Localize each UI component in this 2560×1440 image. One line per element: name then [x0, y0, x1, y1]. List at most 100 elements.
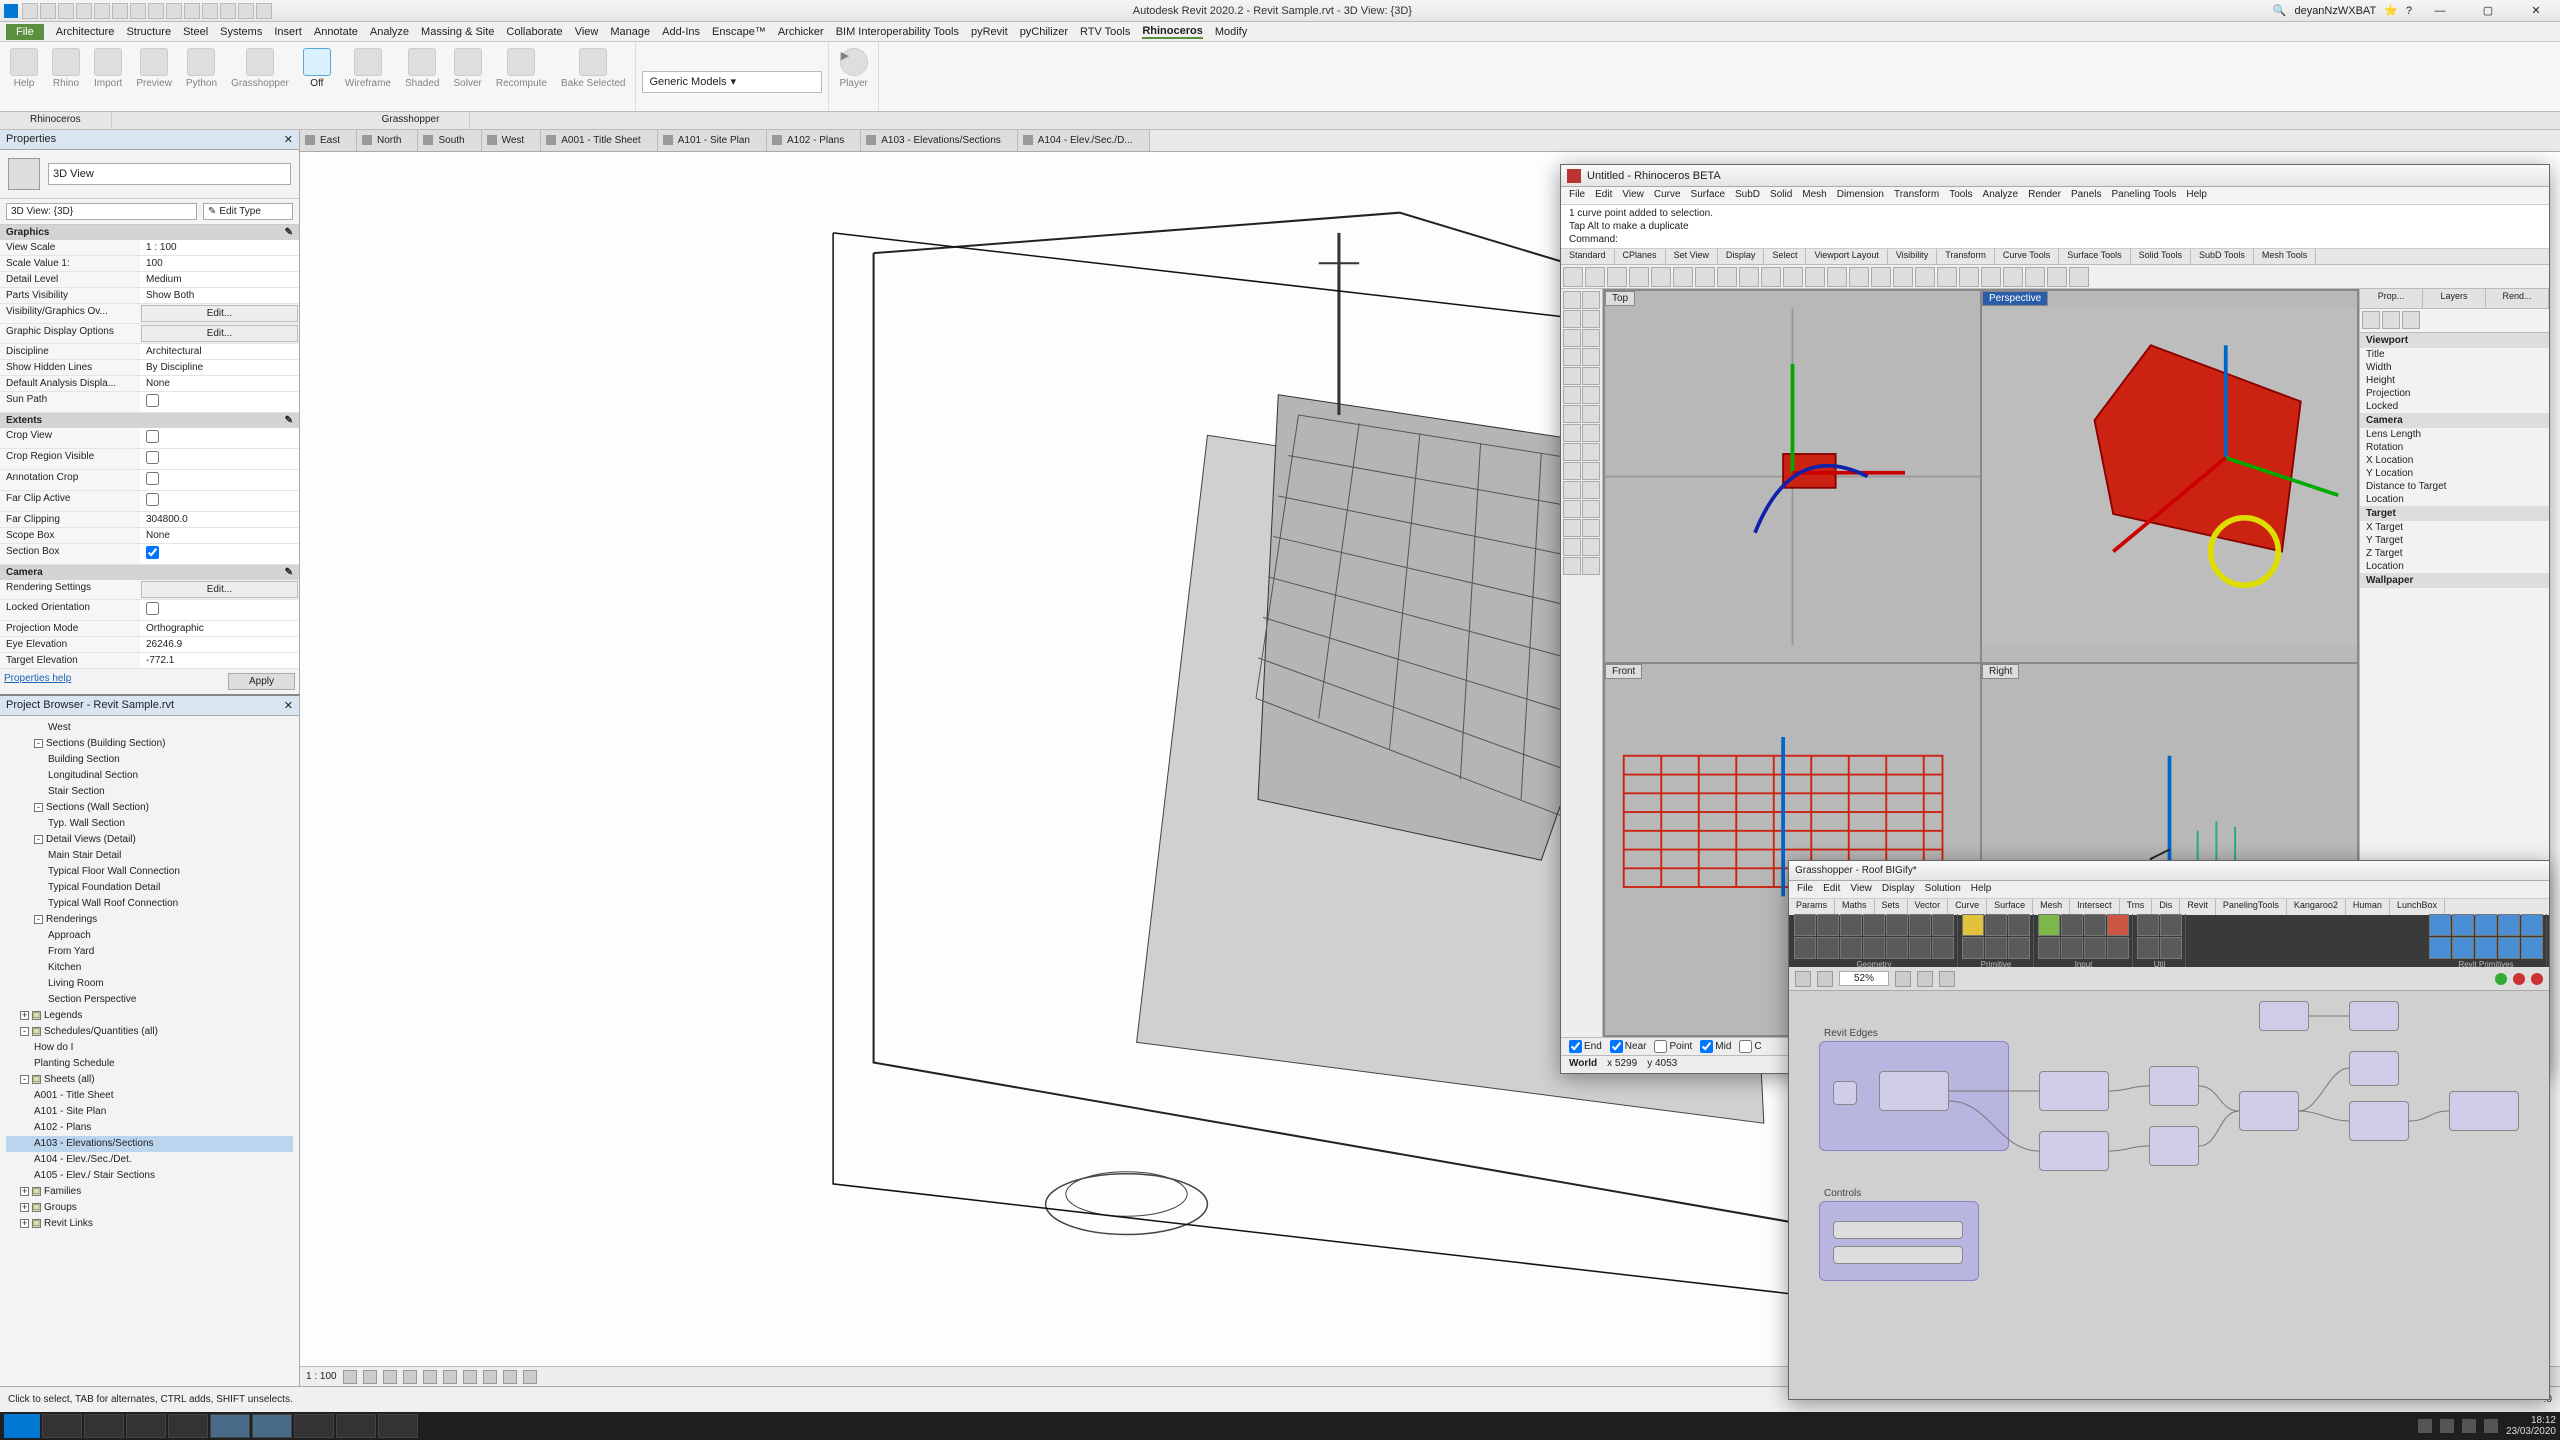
prop-row[interactable]: View Scale1 : 100: [0, 240, 299, 256]
zoom-icon[interactable]: [1827, 267, 1847, 287]
rhino-side-toolbar[interactable]: [1561, 289, 1603, 1037]
tree-node[interactable]: Typical Floor Wall Connection: [6, 864, 293, 880]
tab-steel[interactable]: Steel: [183, 26, 208, 38]
rhino-menu-item[interactable]: Curve: [1654, 189, 1681, 202]
search-icon[interactable]: 🔍: [2273, 4, 2287, 17]
help-icon[interactable]: ?: [2406, 5, 2412, 17]
view-scale[interactable]: 1 : 100: [306, 1371, 337, 1382]
rhino-menu-item[interactable]: Edit: [1595, 189, 1612, 202]
tree-node[interactable]: Longitudinal Section: [6, 768, 293, 784]
rhino-menu-item[interactable]: Surface: [1691, 189, 1725, 202]
ribbon-solver-button[interactable]: Solver: [449, 46, 485, 91]
ribbon-wireframe-button[interactable]: Wireframe: [341, 46, 395, 91]
gh-slider-1[interactable]: [1833, 1221, 1963, 1239]
tree-node[interactable]: A103 - Elevations/Sections: [6, 1136, 293, 1152]
gh-menu-item[interactable]: Display: [1882, 883, 1915, 896]
taskbar-edge[interactable]: [126, 1414, 166, 1438]
osnap-end[interactable]: End: [1569, 1040, 1602, 1053]
windows-taskbar[interactable]: 18:12 23/03/2020: [0, 1412, 2560, 1440]
crop-icon[interactable]: [443, 1370, 457, 1384]
tree-node[interactable]: Living Room: [6, 976, 293, 992]
extend-icon[interactable]: [1582, 519, 1600, 537]
rhino-menu-item[interactable]: Help: [2186, 189, 2207, 202]
gh-open-icon[interactable]: [1795, 971, 1811, 987]
shade-icon[interactable]: [1893, 267, 1913, 287]
rhino-tooltab[interactable]: Visibility: [1888, 249, 1937, 264]
gh-comp-9[interactable]: [2349, 1101, 2409, 1141]
gh-comp-6[interactable]: [2149, 1126, 2199, 1166]
gh-menu-item[interactable]: Edit: [1823, 883, 1840, 896]
ellipse-icon[interactable]: [1582, 348, 1600, 366]
gh-preview-icon[interactable]: [1917, 971, 1933, 987]
gh-component-shelf[interactable]: Geometry Primitive Input Util Revit Prim…: [1789, 915, 2549, 967]
undo-icon[interactable]: [1717, 267, 1737, 287]
qat-close-inactive-icon[interactable]: [238, 3, 254, 19]
tree-node[interactable]: Planting Schedule: [6, 1056, 293, 1072]
text-icon[interactable]: [1563, 386, 1581, 404]
rhino-menu-item[interactable]: Tools: [1949, 189, 1972, 202]
rhino-prop-row[interactable]: Location: [2360, 493, 2549, 506]
gh-comp-2[interactable]: [1879, 1071, 1949, 1111]
solid-icon[interactable]: [1582, 405, 1600, 423]
osnap-mid[interactable]: Mid: [1700, 1040, 1731, 1053]
tab-rtv[interactable]: RTV Tools: [1080, 26, 1130, 38]
tab-bim-interop[interactable]: BIM Interoperability Tools: [836, 26, 959, 38]
zoomext-icon[interactable]: [1849, 267, 1869, 287]
gh-menu-item[interactable]: Help: [1971, 883, 1992, 896]
prop-row[interactable]: Target Elevation-772.1: [0, 653, 299, 669]
rhino-vp-top[interactable]: Top: [1605, 291, 1980, 662]
instance-selector[interactable]: 3D View: {3D}: [6, 203, 197, 220]
gh-comp-12[interactable]: [2349, 1001, 2399, 1031]
gh-solver-on-icon[interactable]: [2495, 973, 2507, 985]
edit-type-button[interactable]: ✎Edit Type: [203, 203, 293, 220]
rhino-prop-row[interactable]: X Target: [2360, 521, 2549, 534]
ribbon-rhino-button[interactable]: Rhino: [48, 46, 84, 91]
gh-tab[interactable]: PanelingTools: [2216, 899, 2287, 915]
user-label[interactable]: deyanNzWXBAT: [2294, 5, 2376, 17]
tray-time[interactable]: 18:12: [2506, 1415, 2556, 1426]
rhino-prop-row[interactable]: Rotation: [2360, 441, 2549, 454]
tree-node[interactable]: +□Legends: [6, 1008, 293, 1024]
tray-date[interactable]: 23/03/2020: [2506, 1426, 2556, 1437]
gh-save-icon[interactable]: [1817, 971, 1833, 987]
crop-region-icon[interactable]: [463, 1370, 477, 1384]
rhino-tooltab[interactable]: Mesh Tools: [2254, 249, 2316, 264]
rhino-tooltab[interactable]: Curve Tools: [1995, 249, 2059, 264]
view-tab[interactable]: A103 - Elevations/Sections: [861, 130, 1018, 151]
close-button[interactable]: ✕: [2516, 1, 2556, 21]
offset-icon[interactable]: [1582, 538, 1600, 556]
tree-node[interactable]: -Detail Views (Detail): [6, 832, 293, 848]
rhino-tooltab[interactable]: Viewport Layout: [1806, 249, 1887, 264]
prop-row[interactable]: Scale Value 1:100: [0, 256, 299, 272]
file-tab[interactable]: File: [6, 24, 44, 40]
mesh-icon[interactable]: [1563, 424, 1581, 442]
prop-row[interactable]: Rendering SettingsEdit...: [0, 580, 299, 600]
qat-thin-lines-icon[interactable]: [220, 3, 236, 19]
tray-volume-icon[interactable]: [2484, 1419, 2498, 1433]
qat-3d-icon[interactable]: [184, 3, 200, 19]
mirror-icon[interactable]: [1582, 462, 1600, 480]
qat-redo-icon[interactable]: [76, 3, 92, 19]
ribbon-tabs[interactable]: File Architecture Structure Steel System…: [0, 22, 2560, 42]
analyze-icon[interactable]: [1582, 557, 1600, 575]
gh-zoom[interactable]: 52%: [1839, 971, 1889, 986]
view-tab[interactable]: South: [418, 130, 481, 151]
tab-collaborate[interactable]: Collaborate: [506, 26, 562, 38]
ribbon-bake-selected-button[interactable]: Bake Selected: [557, 46, 630, 91]
qat-text-icon[interactable]: [166, 3, 182, 19]
shadows-icon[interactable]: [403, 1370, 417, 1384]
tree-node[interactable]: -□Schedules/Quantities (all): [6, 1024, 293, 1040]
minimize-button[interactable]: —: [2420, 1, 2460, 21]
prop-row[interactable]: Visibility/Graphics Ov...Edit...: [0, 304, 299, 324]
hist-icon[interactable]: [2025, 267, 2045, 287]
prop-row[interactable]: Detail LevelMedium: [0, 272, 299, 288]
grasshopper-window[interactable]: Grasshopper - Roof BIGify* FileEditViewD…: [1788, 860, 2550, 1400]
print-icon[interactable]: [1629, 267, 1649, 287]
group-icon[interactable]: [1761, 267, 1781, 287]
tree-node[interactable]: A104 - Elev./Sec./Det.: [6, 1152, 293, 1168]
tree-node[interactable]: +□Revit Links: [6, 1216, 293, 1232]
osnap-near[interactable]: Near: [1610, 1040, 1647, 1053]
tree-node[interactable]: A102 - Plans: [6, 1120, 293, 1136]
gh-group-controls[interactable]: Controls: [1819, 1201, 1979, 1281]
gh-comp-1[interactable]: [1833, 1081, 1857, 1105]
